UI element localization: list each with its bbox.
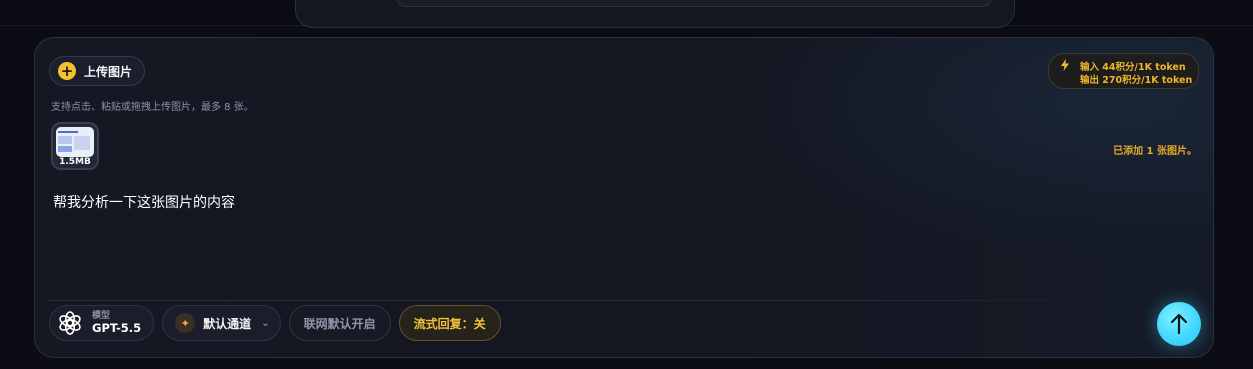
pricing-output: 输出 270积分/1K token xyxy=(1080,75,1193,86)
web-search-toggle[interactable]: 联网默认开启 xyxy=(288,305,391,341)
thumbnail-size: 1.5MB xyxy=(59,157,91,167)
sparkle-icon: ✦ xyxy=(175,313,196,333)
added-images-count: 已添加 1 张图片。 xyxy=(1113,146,1197,157)
thumbnail-preview xyxy=(56,127,94,157)
openai-icon xyxy=(56,309,84,337)
model-label: 模型 xyxy=(92,311,111,322)
pricing-input: 输入 44积分/1K token xyxy=(1080,62,1186,73)
toolbar-divider xyxy=(49,300,1139,301)
image-thumbnail[interactable]: 1.5MB xyxy=(51,122,99,170)
composer-toolbar: 模型 GPT-5.5 ✦ 默认通道 ⌄ 联网默认开启 流式回复：关 xyxy=(49,305,501,341)
model-selector[interactable]: 模型 GPT-5.5 xyxy=(49,305,155,341)
plus-icon: + xyxy=(58,62,76,80)
channel-label: 默认通道 xyxy=(203,316,252,331)
pricing-badge: 输入 44积分/1K token 输出 270积分/1K token xyxy=(1048,53,1199,89)
channel-selector[interactable]: ✦ 默认通道 ⌄ xyxy=(162,305,281,341)
previous-panel-inner xyxy=(396,0,992,7)
upload-image-button[interactable]: + 上传图片 xyxy=(49,56,146,86)
chevron-down-icon: ⌄ xyxy=(261,317,270,329)
arrow-up-icon xyxy=(1170,313,1188,335)
chat-composer: + 上传图片 支持点击、粘贴或拖拽上传图片，最多 8 张。 输入 44积分/1K… xyxy=(34,37,1214,358)
prompt-input[interactable]: 帮我分析一下这张图片的内容 xyxy=(53,192,235,212)
previous-panel xyxy=(295,0,1015,28)
stream-reply-toggle[interactable]: 流式回复：关 xyxy=(398,305,501,341)
bolt-icon xyxy=(1061,59,1069,71)
model-text: 模型 GPT-5.5 xyxy=(92,311,141,335)
send-button[interactable] xyxy=(1157,302,1201,346)
model-value: GPT-5.5 xyxy=(92,320,142,335)
upload-button-label: 上传图片 xyxy=(84,64,133,79)
upload-hint: 支持点击、粘贴或拖拽上传图片，最多 8 张。 xyxy=(51,102,254,113)
web-search-label: 联网默认开启 xyxy=(303,316,376,331)
stream-reply-label: 流式回复：关 xyxy=(413,316,486,331)
